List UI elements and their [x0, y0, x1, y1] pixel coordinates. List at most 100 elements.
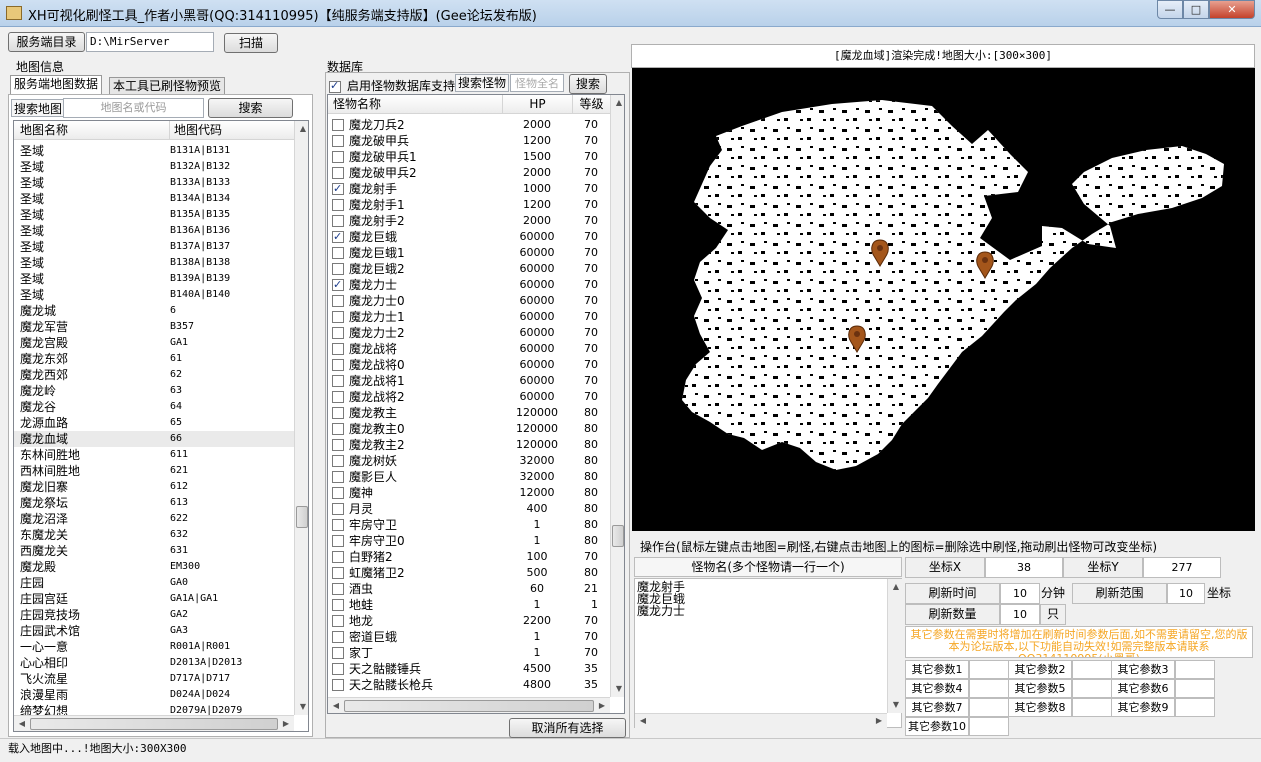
monster-checkbox[interactable] [332, 679, 344, 691]
map-list-row[interactable]: 魔龙城 6 [14, 303, 294, 319]
map-list-row[interactable]: 一心一意 R001A|R001 [14, 639, 294, 655]
param-field[interactable] [969, 698, 1009, 717]
map-list-row[interactable]: 浪漫星雨 D024A|D024 [14, 687, 294, 703]
param-field[interactable] [1072, 660, 1112, 679]
textarea-hscroll[interactable]: ◀ ▶ [635, 713, 887, 728]
monster-list-row[interactable]: 魔龙巨蛾 60000 70 [328, 229, 610, 245]
scroll-left-icon[interactable]: ◀ [328, 698, 344, 713]
refresh-range-field[interactable]: 10 [1167, 583, 1205, 604]
column-map-name[interactable]: 地图名称 [20, 121, 68, 140]
monster-checkbox[interactable] [332, 439, 344, 451]
monster-list-row[interactable]: 魔龙刀兵2 2000 70 [328, 117, 610, 133]
param-field[interactable] [969, 717, 1009, 736]
map-list-row[interactable]: 魔龙东郊 61 [14, 351, 294, 367]
monster-checkbox[interactable] [332, 295, 344, 307]
map-search-button[interactable]: 搜索 [208, 98, 293, 118]
monster-checkbox[interactable] [332, 407, 344, 419]
tab-preview[interactable]: 本工具已刷怪物预览 [109, 77, 226, 95]
scroll-thumb[interactable] [296, 506, 308, 528]
map-list-row[interactable]: 魔龙岭 63 [14, 383, 294, 399]
monster-list-row[interactable]: 魔龙战将1 60000 70 [328, 373, 610, 389]
map-list-hscroll[interactable]: ◀ ▶ [14, 715, 294, 731]
monster-checkbox[interactable] [332, 487, 344, 499]
monster-list-row[interactable]: 虹魔猪卫2 500 80 [328, 565, 610, 581]
scroll-right-icon[interactable]: ▶ [278, 716, 294, 731]
map-list-row[interactable]: 魔龙军营 B357 [14, 319, 294, 335]
map-list-row[interactable]: 东林间胜地 611 [14, 447, 294, 463]
scroll-left-icon[interactable]: ◀ [635, 713, 651, 729]
monster-checkbox[interactable] [332, 375, 344, 387]
monster-list-row[interactable]: 酒虫 60 21 [328, 581, 610, 597]
refresh-time-field[interactable]: 10 [1000, 583, 1040, 604]
map-list-row[interactable]: 魔龙祭坛 613 [14, 495, 294, 511]
monster-list-row[interactable]: 天之骷髅长枪兵 4800 35 [328, 677, 610, 693]
scroll-left-icon[interactable]: ◀ [14, 716, 30, 731]
monster-list-row[interactable]: 魔龙力士2 60000 70 [328, 325, 610, 341]
map-search-input[interactable]: 地图名或代码 [63, 98, 204, 118]
monster-checkbox[interactable] [332, 135, 344, 147]
column-level[interactable]: 等级 [572, 95, 610, 114]
map-list-row[interactable]: 圣域 B135A|B135 [14, 207, 294, 223]
monster-checkbox[interactable] [332, 423, 344, 435]
map-list-row[interactable]: 圣域 B136A|B136 [14, 223, 294, 239]
monster-list-row[interactable]: 魔影巨人 32000 80 [328, 469, 610, 485]
monster-list-row[interactable]: 魔龙力士 60000 70 [328, 277, 610, 293]
scroll-right-icon[interactable]: ▶ [871, 713, 887, 729]
monster-list-row[interactable]: 魔龙战将 60000 70 [328, 341, 610, 357]
param-field[interactable] [969, 679, 1009, 698]
monster-list-row[interactable]: 魔龙教主0 120000 80 [328, 421, 610, 437]
monster-list-row[interactable]: 密道巨蛾 1 70 [328, 629, 610, 645]
monster-list-row[interactable]: 魔神 12000 80 [328, 485, 610, 501]
monster-list-row[interactable]: 魔龙射手2 2000 70 [328, 213, 610, 229]
map-list-row[interactable]: 圣域 B134A|B134 [14, 191, 294, 207]
map-canvas[interactable] [632, 68, 1255, 531]
coord-x-field[interactable]: 38 [985, 557, 1063, 578]
scroll-up-icon[interactable]: ▲ [611, 95, 624, 111]
monster-checkbox[interactable] [332, 503, 344, 515]
monster-checkbox[interactable] [332, 199, 344, 211]
monster-checkbox[interactable] [332, 343, 344, 355]
monster-list-row[interactable]: 天之骷髅锤兵 4500 35 [328, 661, 610, 677]
monster-checkbox[interactable] [332, 263, 344, 275]
hscroll-thumb[interactable] [344, 700, 594, 712]
monster-list-row[interactable]: 魔龙巨蛾2 60000 70 [328, 261, 610, 277]
map-list-row[interactable]: 魔龙宫殿 GA1 [14, 335, 294, 351]
scroll-up-icon[interactable]: ▲ [888, 579, 904, 595]
textarea-vscroll[interactable]: ▲ ▼ [887, 579, 902, 713]
map-list-row[interactable]: 西林间胜地 621 [14, 463, 294, 479]
monster-list-row[interactable]: 魔龙破甲兵 1200 70 [328, 133, 610, 149]
server-dir-button[interactable]: 服务端目录 [8, 32, 85, 52]
monster-list-row[interactable]: 魔龙战将0 60000 70 [328, 357, 610, 373]
monster-checkbox[interactable] [332, 151, 344, 163]
scroll-up-icon[interactable]: ▲ [295, 121, 308, 137]
monster-search-input[interactable]: 怪物全名 [510, 74, 564, 92]
map-list-row[interactable]: 圣域 B133A|B133 [14, 175, 294, 191]
monster-input-textarea[interactable]: 魔龙射手 魔龙巨蛾 魔龙力士 ▲ ▼ ◀ ▶ [634, 578, 902, 728]
monster-checkbox[interactable] [332, 535, 344, 547]
monster-list-row[interactable]: 魔龙破甲兵1 1500 70 [328, 149, 610, 165]
monster-checkbox[interactable] [332, 167, 344, 179]
monster-list-row[interactable]: 魔龙射手1 1200 70 [328, 197, 610, 213]
map-list-row[interactable]: 圣域 B132A|B132 [14, 159, 294, 175]
coord-y-field[interactable]: 277 [1143, 557, 1221, 578]
monster-checkbox[interactable] [332, 599, 344, 611]
close-button[interactable]: ✕ [1209, 0, 1255, 19]
map-list-row[interactable]: 庄园武术馆 GA3 [14, 623, 294, 639]
maximize-button[interactable]: □ [1183, 0, 1209, 19]
map-list-row[interactable]: 魔龙旧寨 612 [14, 479, 294, 495]
monster-list-row[interactable]: 牢房守卫0 1 80 [328, 533, 610, 549]
monster-search-button[interactable]: 搜索 [569, 74, 607, 94]
monster-list-hscroll[interactable]: ◀ ▶ [328, 697, 610, 713]
param-field[interactable] [1072, 698, 1112, 717]
monster-list-row[interactable]: 魔龙巨蛾1 60000 70 [328, 245, 610, 261]
deselect-all-button[interactable]: 取消所有选择 [509, 718, 626, 738]
monster-checkbox[interactable] [332, 229, 344, 245]
map-list-row[interactable]: 东魔龙关 632 [14, 527, 294, 543]
monster-checkbox[interactable] [332, 663, 344, 675]
monster-checkbox[interactable] [332, 455, 344, 467]
monster-checkbox[interactable] [332, 181, 344, 197]
monster-checkbox[interactable] [332, 583, 344, 595]
map-list-row[interactable]: 圣域 B131A|B131 [14, 143, 294, 159]
monster-list-row[interactable]: 魔龙射手 1000 70 [328, 181, 610, 197]
map-list-row[interactable]: 庄园竞技场 GA2 [14, 607, 294, 623]
